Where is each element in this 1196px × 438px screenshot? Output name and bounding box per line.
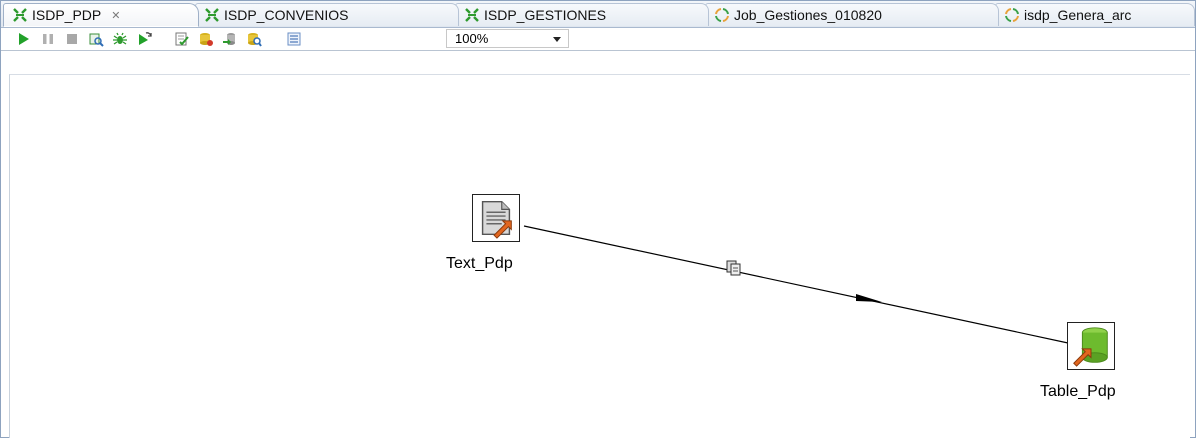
tab-isdp-genera[interactable]: isdp_Genera_arc [995,3,1195,26]
zoom-value: 100% [455,31,489,46]
run-icon [19,33,29,45]
step-label: Text_Pdp [446,255,513,272]
debug-icon [113,32,127,45]
tab-label: Job_Gestiones_010820 [734,7,882,23]
preview-button[interactable] [87,31,105,47]
copy-rows-icon [726,260,741,276]
run-button[interactable] [15,31,33,47]
sql-button[interactable] [221,31,239,47]
step-label: Table_Pdp [1040,383,1116,400]
pause-button[interactable] [39,31,57,47]
transformation-icon [465,8,479,22]
replay-button[interactable] [135,31,153,47]
step-text-pdp[interactable] [472,194,520,242]
sql-icon [223,33,235,45]
pause-icon [43,34,53,44]
explore-db-button[interactable] [245,31,263,47]
explore-db-icon [248,33,262,47]
impact-button[interactable] [197,31,215,47]
impact-icon [200,33,213,46]
zoom-select[interactable]: 100% [446,29,569,48]
job-icon [715,8,729,22]
table-output-icon [1073,327,1108,367]
close-icon[interactable]: ✕ [111,9,120,22]
toolbar: 100% [1,28,1195,50]
tab-label: ISDP_CONVENIOS [224,7,349,23]
job-icon [1005,8,1019,22]
debug-button[interactable] [111,31,129,47]
hop-line[interactable] [10,75,1190,438]
layout-button[interactable] [285,31,303,47]
tab-bar: isdp_Genera_arc Job_Gestiones_010820 ISD… [1,1,1195,28]
tab-label: ISDP_GESTIONES [484,7,607,23]
replay-icon [139,32,152,45]
transformation-icon [13,8,27,22]
tab-label: ISDP_PDP [32,7,102,23]
tab-isdp-convenios[interactable]: ISDP_CONVENIOS [195,3,459,26]
text-file-input-icon [475,197,515,239]
stop-icon [67,34,77,44]
tab-job-gestiones[interactable]: Job_Gestiones_010820 [705,3,999,26]
tab-label: isdp_Genera_arc [1024,7,1132,23]
toolbar-divider [1,50,1195,51]
hop-arrow-icon [856,294,882,302]
preview-icon [89,33,104,47]
tab-isdp-pdp[interactable]: ISDP_PDP ✕ [3,3,199,27]
transformation-icon [205,8,219,22]
editor-frame: isdp_Genera_arc Job_Gestiones_010820 ISD… [0,0,1196,438]
verify-button[interactable] [173,31,191,47]
layout-icon [287,32,301,46]
tab-isdp-gestiones[interactable]: ISDP_GESTIONES [455,3,709,26]
transformation-canvas[interactable]: Text_Pdp Table_Pdp [9,74,1190,438]
verify-icon [175,32,189,46]
stop-button[interactable] [63,31,81,47]
step-table-pdp[interactable] [1067,322,1115,370]
chevron-down-icon [553,37,561,42]
